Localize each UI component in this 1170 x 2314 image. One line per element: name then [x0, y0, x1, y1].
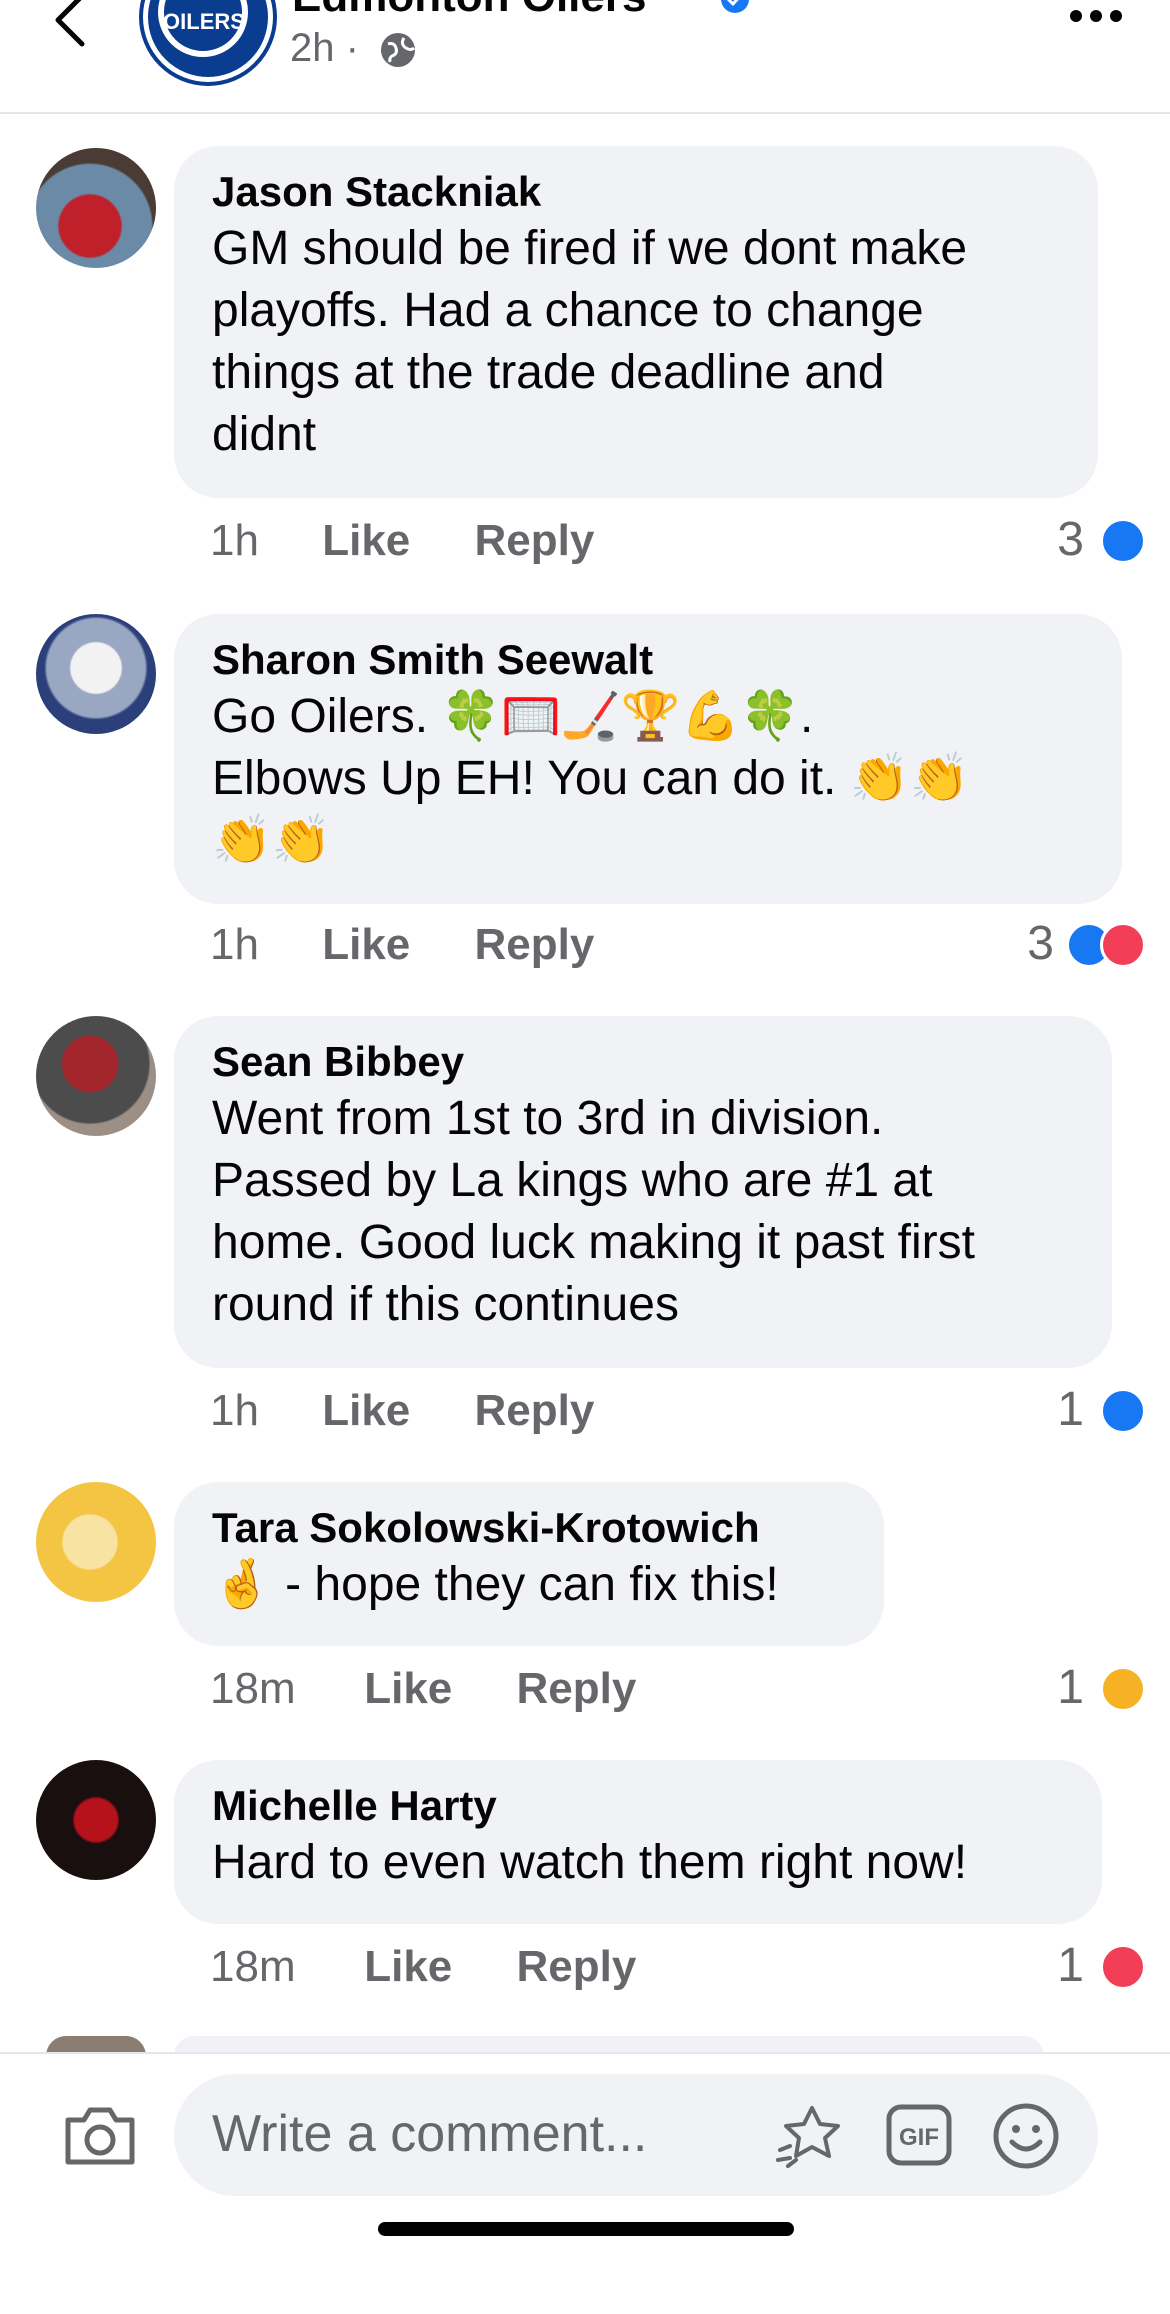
reaction-summary[interactable]: 1 — [1026, 1660, 1146, 1716]
comment-bubble[interactable]: Tara Sokolowski-Krotowich 🤞 - hope they … — [174, 1482, 884, 1646]
gif-label: GIF — [899, 2124, 939, 2151]
comment-text-line: home. Good luck making it past first — [212, 1216, 975, 1269]
comment-text-line: Elbows Up EH! You can do it. 👏👏 — [212, 752, 970, 805]
comment-text-line: didnt — [212, 408, 317, 461]
reaction-summary[interactable]: 3 — [1026, 512, 1146, 568]
sticker-icon[interactable] — [774, 2102, 844, 2168]
comment-author[interactable]: Jason Stackniak — [212, 166, 1060, 218]
like-button[interactable]: Like — [322, 1386, 462, 1436]
verified-badge-icon — [721, 0, 749, 13]
comment-input[interactable]: Write a comment... GIF — [174, 2074, 1098, 2196]
comment-actions: 1h Like Reply — [210, 1386, 594, 1436]
reaction-count: 1 — [1057, 1939, 1084, 1992]
more-dots-icon[interactable] — [1066, 6, 1126, 26]
love-reaction-icon — [1100, 922, 1146, 968]
comment-bubble[interactable]: Sharon Smith Seewalt Go Oilers. 🍀🥅🏒🏆💪🍀. … — [174, 614, 1122, 904]
comment-author[interactable]: Michelle Harty — [212, 1780, 1064, 1832]
comment-bubble[interactable]: Sean Bibbey Went from 1st to 3rd in divi… — [174, 1016, 1112, 1368]
comment-text-line: round if this continues — [212, 1278, 679, 1331]
reaction-count: 1 — [1057, 1383, 1084, 1436]
comment-text-line: Went from 1st to 3rd in division. — [212, 1092, 884, 1145]
reaction-summary[interactable]: 1 — [1026, 1938, 1146, 1994]
comment-text-line: Hard to even watch them right now! — [212, 1836, 968, 1889]
like-button[interactable]: Like — [322, 920, 462, 970]
comment-time: 18m — [210, 1664, 296, 1713]
reply-button[interactable]: Reply — [474, 516, 594, 566]
reply-button[interactable]: Reply — [474, 1386, 594, 1436]
comment-text-line: playoffs. Had a chance to change — [212, 284, 924, 337]
comment-author[interactable]: Tara Sokolowski-Krotowich — [212, 1502, 846, 1554]
avatar-logo-text: OILERS — [163, 9, 245, 34]
love-reaction-icon — [1100, 1944, 1146, 1990]
avatar[interactable] — [36, 1016, 156, 1136]
like-button[interactable]: Like — [322, 516, 462, 566]
reaction-summary[interactable]: 3 — [996, 916, 1146, 972]
comment-text-line: 🤞 - hope they can fix this! — [212, 1558, 779, 1611]
care-reaction-icon — [1100, 1666, 1146, 1712]
avatar[interactable] — [36, 148, 156, 268]
page-name[interactable]: Edmonton Oilers — [292, 0, 646, 22]
reply-button[interactable]: Reply — [516, 1664, 636, 1714]
like-button[interactable]: Like — [364, 1942, 504, 1992]
comment-time: 18m — [210, 1942, 296, 1991]
globe-icon — [381, 33, 416, 67]
comment-bubble[interactable]: Michelle Harty Hard to even watch them r… — [174, 1760, 1102, 1924]
reaction-count: 3 — [1027, 917, 1054, 970]
comment-actions: 18m Like Reply — [210, 1942, 636, 1992]
home-indicator[interactable] — [378, 2222, 794, 2236]
comment-composer: Write a comment... GIF — [0, 2052, 1170, 2314]
reply-button[interactable]: Reply — [474, 920, 594, 970]
comment-text-line: 👏👏 — [212, 814, 332, 867]
reaction-count: 3 — [1057, 513, 1084, 566]
avatar[interactable] — [36, 614, 156, 734]
page-avatar[interactable]: OILERS — [143, 0, 273, 82]
back-chevron-icon[interactable] — [46, 0, 96, 50]
like-reaction-icon — [1100, 518, 1146, 564]
emoji-icon[interactable] — [992, 2102, 1060, 2170]
comment-time: 1h — [210, 920, 259, 969]
like-reaction-icon — [1100, 1388, 1146, 1434]
comment-input-placeholder: Write a comment... — [212, 2105, 648, 2163]
like-button[interactable]: Like — [364, 1664, 504, 1714]
avatar[interactable] — [36, 1482, 156, 1602]
comment-text-line: GM should be fired if we dont make — [212, 222, 968, 275]
comment-actions: 18m Like Reply — [210, 1664, 636, 1714]
comment-actions: 1h Like Reply — [210, 516, 594, 566]
reaction-count: 1 — [1057, 1661, 1084, 1714]
reply-button[interactable]: Reply — [516, 1942, 636, 1992]
comment-time: 1h — [210, 1386, 259, 1435]
comment-author[interactable]: Sharon Smith Seewalt — [212, 634, 1084, 686]
comment-text-line: Go Oilers. 🍀🥅🏒🏆💪🍀. — [212, 690, 814, 743]
comment-text-line: things at the trade deadline and — [212, 346, 885, 399]
comment-actions: 1h Like Reply — [210, 920, 594, 970]
avatar[interactable] — [36, 1760, 156, 1880]
comment-text-line: Passed by La kings who are #1 at — [212, 1154, 933, 1207]
post-time: 2h · — [290, 26, 359, 70]
camera-icon[interactable] — [62, 2102, 138, 2168]
reaction-summary[interactable]: 1 — [1026, 1382, 1146, 1438]
comment-bubble[interactable]: Jason Stackniak GM should be fired if we… — [174, 146, 1098, 498]
gif-icon[interactable]: GIF — [886, 2104, 952, 2166]
comment-author[interactable]: Sean Bibbey — [212, 1036, 1074, 1088]
comment-time: 1h — [210, 516, 259, 565]
post-header: OILERS Edmonton Oilers 2h · — [0, 0, 1170, 114]
